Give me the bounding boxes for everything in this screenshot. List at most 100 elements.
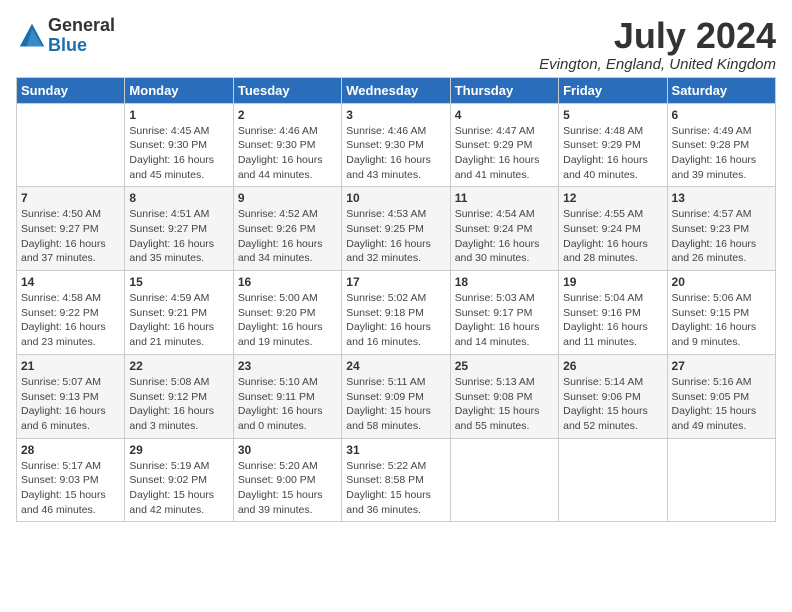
calendar-cell: 1 Sunrise: 4:45 AMSunset: 9:30 PMDaylight…	[125, 103, 233, 187]
day-info: Sunrise: 4:50 AMSunset: 9:27 PMDaylight:…	[21, 207, 120, 266]
day-number: 2	[238, 108, 337, 122]
day-header-monday: Monday	[125, 77, 233, 103]
day-number: 6	[672, 108, 771, 122]
day-number: 19	[563, 275, 662, 289]
calendar-cell: 20Sunrise: 5:06 AMSunset: 9:15 PMDayligh…	[667, 271, 775, 355]
calendar-cell: 6 Sunrise: 4:49 AMSunset: 9:28 PMDaylight…	[667, 103, 775, 187]
calendar-cell	[559, 438, 667, 522]
day-number: 7	[21, 191, 120, 205]
calendar-cell: 23 Sunrise: 5:10 AMSunset: 9:11 PMDayligh…	[233, 354, 341, 438]
calendar-cell: 12 Sunrise: 4:55 AMSunset: 9:24 PMDayligh…	[559, 187, 667, 271]
day-number: 29	[129, 443, 228, 457]
day-info: Sunrise: 5:04 AMSunset: 9:16 PMDaylight:…	[563, 291, 662, 350]
day-info: Sunrise: 4:46 AMSunset: 9:30 PMDaylight:…	[346, 124, 445, 183]
calendar-cell: 18 Sunrise: 5:03 AMSunset: 9:17 PMDayligh…	[450, 271, 558, 355]
calendar-week-2: 7 Sunrise: 4:50 AMSunset: 9:27 PMDaylight…	[17, 187, 776, 271]
day-info: Sunrise: 4:46 AMSunset: 9:30 PMDaylight:…	[238, 124, 337, 183]
day-number: 21	[21, 359, 120, 373]
calendar-cell: 26Sunrise: 5:14 AMSunset: 9:06 PMDayligh…	[559, 354, 667, 438]
calendar-week-3: 14Sunrise: 4:58 AMSunset: 9:22 PMDayligh…	[17, 271, 776, 355]
calendar-cell: 21 Sunrise: 5:07 AMSunset: 9:13 PMDayligh…	[17, 354, 125, 438]
calendar-cell: 15Sunrise: 4:59 AMSunset: 9:21 PMDayligh…	[125, 271, 233, 355]
day-number: 3	[346, 108, 445, 122]
day-number: 28	[21, 443, 120, 457]
calendar-cell: 25Sunrise: 5:13 AMSunset: 9:08 PMDayligh…	[450, 354, 558, 438]
day-header-tuesday: Tuesday	[233, 77, 341, 103]
day-number: 18	[455, 275, 554, 289]
logo-general: General	[48, 16, 115, 36]
day-number: 23	[238, 359, 337, 373]
day-number: 22	[129, 359, 228, 373]
day-header-wednesday: Wednesday	[342, 77, 450, 103]
day-info: Sunrise: 4:45 AMSunset: 9:30 PMDaylight:…	[129, 124, 228, 183]
calendar-cell: 14Sunrise: 4:58 AMSunset: 9:22 PMDayligh…	[17, 271, 125, 355]
calendar-cell: 30Sunrise: 5:20 AMSunset: 9:00 PMDayligh…	[233, 438, 341, 522]
day-number: 31	[346, 443, 445, 457]
calendar-cell	[450, 438, 558, 522]
day-info: Sunrise: 5:13 AMSunset: 9:08 PMDaylight:…	[455, 375, 554, 434]
day-number: 4	[455, 108, 554, 122]
day-info: Sunrise: 5:16 AMSunset: 9:05 PMDaylight:…	[672, 375, 771, 434]
calendar-cell: 13Sunrise: 4:57 AMSunset: 9:23 PMDayligh…	[667, 187, 775, 271]
day-info: Sunrise: 5:03 AMSunset: 9:17 PMDaylight:…	[455, 291, 554, 350]
calendar-cell: 17 Sunrise: 5:02 AMSunset: 9:18 PMDayligh…	[342, 271, 450, 355]
calendar-week-1: 1 Sunrise: 4:45 AMSunset: 9:30 PMDaylight…	[17, 103, 776, 187]
day-info: Sunrise: 4:53 AMSunset: 9:25 PMDaylight:…	[346, 207, 445, 266]
day-header-sunday: Sunday	[17, 77, 125, 103]
day-number: 8	[129, 191, 228, 205]
logo-icon	[18, 22, 46, 50]
day-info: Sunrise: 4:54 AMSunset: 9:24 PMDaylight:…	[455, 207, 554, 266]
month-year-title: July 2024	[539, 16, 776, 56]
day-info: Sunrise: 5:20 AMSunset: 9:00 PMDaylight:…	[238, 459, 337, 518]
calendar-cell: 31 Sunrise: 5:22 AMSunset: 8:58 PMDayligh…	[342, 438, 450, 522]
calendar-cell: 3 Sunrise: 4:46 AMSunset: 9:30 PMDaylight…	[342, 103, 450, 187]
header-row: SundayMondayTuesdayWednesdayThursdayFrid…	[17, 77, 776, 103]
day-number: 17	[346, 275, 445, 289]
day-number: 24	[346, 359, 445, 373]
day-number: 1	[129, 108, 228, 122]
day-number: 5	[563, 108, 662, 122]
day-info: Sunrise: 4:59 AMSunset: 9:21 PMDaylight:…	[129, 291, 228, 350]
calendar-cell: 2 Sunrise: 4:46 AMSunset: 9:30 PMDaylight…	[233, 103, 341, 187]
calendar-cell: 5Sunrise: 4:48 AMSunset: 9:29 PMDaylight…	[559, 103, 667, 187]
logo-text: General Blue	[48, 16, 115, 56]
day-info: Sunrise: 4:55 AMSunset: 9:24 PMDaylight:…	[563, 207, 662, 266]
day-number: 26	[563, 359, 662, 373]
day-info: Sunrise: 5:02 AMSunset: 9:18 PMDaylight:…	[346, 291, 445, 350]
calendar-week-4: 21 Sunrise: 5:07 AMSunset: 9:13 PMDayligh…	[17, 354, 776, 438]
day-number: 10	[346, 191, 445, 205]
day-info: Sunrise: 5:17 AMSunset: 9:03 PMDaylight:…	[21, 459, 120, 518]
calendar-cell: 8 Sunrise: 4:51 AMSunset: 9:27 PMDaylight…	[125, 187, 233, 271]
day-number: 16	[238, 275, 337, 289]
day-number: 27	[672, 359, 771, 373]
day-info: Sunrise: 4:47 AMSunset: 9:29 PMDaylight:…	[455, 124, 554, 183]
calendar-header: SundayMondayTuesdayWednesdayThursdayFrid…	[17, 77, 776, 103]
calendar-cell: 7 Sunrise: 4:50 AMSunset: 9:27 PMDaylight…	[17, 187, 125, 271]
day-number: 14	[21, 275, 120, 289]
calendar-cell: 16 Sunrise: 5:00 AMSunset: 9:20 PMDayligh…	[233, 271, 341, 355]
day-info: Sunrise: 5:00 AMSunset: 9:20 PMDaylight:…	[238, 291, 337, 350]
day-info: Sunrise: 5:11 AMSunset: 9:09 PMDaylight:…	[346, 375, 445, 434]
day-info: Sunrise: 5:10 AMSunset: 9:11 PMDaylight:…	[238, 375, 337, 434]
day-info: Sunrise: 4:52 AMSunset: 9:26 PMDaylight:…	[238, 207, 337, 266]
calendar-cell: 29 Sunrise: 5:19 AMSunset: 9:02 PMDayligh…	[125, 438, 233, 522]
day-number: 9	[238, 191, 337, 205]
calendar-cell: 10 Sunrise: 4:53 AMSunset: 9:25 PMDayligh…	[342, 187, 450, 271]
calendar-cell: 27 Sunrise: 5:16 AMSunset: 9:05 PMDayligh…	[667, 354, 775, 438]
calendar-cell: 22 Sunrise: 5:08 AMSunset: 9:12 PMDayligh…	[125, 354, 233, 438]
title-block: July 2024 Evington, England, United King…	[539, 16, 776, 73]
day-info: Sunrise: 4:49 AMSunset: 9:28 PMDaylight:…	[672, 124, 771, 183]
day-info: Sunrise: 5:19 AMSunset: 9:02 PMDaylight:…	[129, 459, 228, 518]
day-info: Sunrise: 5:08 AMSunset: 9:12 PMDaylight:…	[129, 375, 228, 434]
calendar-cell: 11 Sunrise: 4:54 AMSunset: 9:24 PMDayligh…	[450, 187, 558, 271]
day-info: Sunrise: 4:51 AMSunset: 9:27 PMDaylight:…	[129, 207, 228, 266]
day-info: Sunrise: 5:07 AMSunset: 9:13 PMDaylight:…	[21, 375, 120, 434]
day-number: 11	[455, 191, 554, 205]
day-info: Sunrise: 5:22 AMSunset: 8:58 PMDaylight:…	[346, 459, 445, 518]
page-header: General Blue July 2024 Evington, England…	[16, 16, 776, 73]
location-subtitle: Evington, England, United Kingdom	[539, 56, 776, 73]
logo: General Blue	[16, 16, 115, 56]
day-number: 13	[672, 191, 771, 205]
logo-blue: Blue	[48, 36, 115, 56]
day-number: 12	[563, 191, 662, 205]
